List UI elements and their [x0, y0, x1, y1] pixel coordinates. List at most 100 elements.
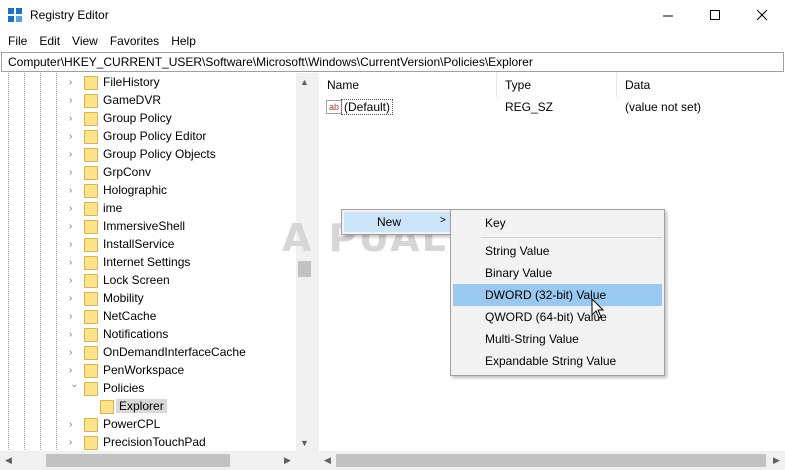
value-name: (Default)	[341, 99, 394, 115]
folder-icon	[84, 238, 98, 252]
folder-icon	[84, 202, 98, 216]
scrollbar-corner	[296, 451, 313, 470]
tree-item[interactable]: › ime	[0, 200, 296, 218]
menu-item-new[interactable]: New >	[344, 212, 450, 232]
tree-item[interactable]: › GrpConv	[0, 164, 296, 182]
minimize-icon	[662, 15, 673, 17]
folder-icon	[84, 436, 98, 450]
chevron-right-icon[interactable]: ›	[69, 240, 79, 250]
title-bar: Registry Editor	[0, 0, 785, 31]
scrollbar-thumb[interactable]	[298, 261, 311, 277]
tree-item[interactable]: › Lock Screen	[0, 272, 296, 290]
folder-icon	[84, 256, 98, 270]
tree-item-explorer-selected[interactable]: Explorer	[0, 398, 296, 416]
chevron-down-icon[interactable]: ›	[69, 384, 80, 394]
chevron-right-icon[interactable]: ›	[69, 114, 79, 124]
scroll-up-icon[interactable]: ▲	[296, 73, 313, 90]
tree-horizontal-scrollbar[interactable]: ◀ ▶	[0, 451, 296, 470]
folder-icon	[84, 418, 98, 432]
chevron-right-icon[interactable]: ›	[69, 276, 79, 286]
address-bar[interactable]: Computer\HKEY_CURRENT_USER\Software\Micr…	[1, 52, 784, 72]
mouse-pointer-icon	[591, 298, 605, 319]
tree-item-policies[interactable]: › Policies	[0, 380, 296, 398]
chevron-right-icon[interactable]: ›	[69, 78, 79, 88]
scrollbar-thumb[interactable]	[336, 454, 766, 467]
scroll-down-icon[interactable]: ▼	[296, 434, 313, 451]
chevron-right-icon[interactable]: ›	[69, 204, 79, 214]
folder-icon	[84, 166, 98, 180]
close-button[interactable]	[739, 0, 785, 31]
chevron-right-icon[interactable]: ›	[69, 168, 79, 178]
column-header-name[interactable]: Name	[319, 73, 497, 97]
string-value-icon: ab	[326, 100, 342, 114]
tree-item[interactable]: › Group Policy Editor	[0, 128, 296, 146]
column-header-type[interactable]: Type	[497, 73, 617, 97]
tree-item[interactable]: › Holographic	[0, 182, 296, 200]
tree-item[interactable]: › Group Policy Objects	[0, 146, 296, 164]
tree-item[interactable]: › Group Policy	[0, 110, 296, 128]
maximize-icon	[709, 10, 720, 20]
menu-favorites[interactable]: Favorites	[104, 34, 165, 48]
chevron-right-icon[interactable]: ›	[69, 150, 79, 160]
menu-item-qword-value[interactable]: QWORD (64-bit) Value	[453, 306, 662, 328]
value-type: REG_SZ	[505, 100, 554, 114]
folder-icon	[84, 292, 98, 306]
chevron-right-icon[interactable]: ›	[69, 348, 79, 358]
chevron-right-icon[interactable]: ›	[69, 330, 79, 340]
folder-icon	[84, 220, 98, 234]
tree-item[interactable]: › InstallService	[0, 236, 296, 254]
menu-edit[interactable]: Edit	[33, 34, 66, 48]
chevron-right-icon[interactable]: ›	[69, 366, 79, 376]
scroll-right-icon[interactable]: ▶	[768, 452, 785, 469]
menu-item-expandable-string-value[interactable]: Expandable String Value	[453, 350, 662, 372]
menu-separator	[481, 237, 662, 238]
registry-tree: › FileHistory › GameDVR › Group Policy › Gro…	[0, 73, 313, 470]
chevron-right-icon[interactable]: ›	[69, 294, 79, 304]
minimize-button[interactable]	[645, 0, 691, 31]
menu-item-multi-string-value[interactable]: Multi-String Value	[453, 328, 662, 350]
registry-editor-icon	[8, 8, 24, 24]
tree-item[interactable]: › ImmersiveShell	[0, 218, 296, 236]
tree-vertical-scrollbar[interactable]: ▲ ▼	[296, 73, 313, 451]
chevron-right-icon[interactable]: ›	[69, 420, 79, 430]
menu-item-dword-value[interactable]: DWORD (32-bit) Value	[453, 284, 662, 306]
tree-item[interactable]: › OnDemandInterfaceCache	[0, 344, 296, 362]
chevron-right-icon[interactable]: ›	[69, 438, 79, 448]
menu-item-string-value[interactable]: String Value	[453, 240, 662, 262]
chevron-right-icon[interactable]: ›	[69, 258, 79, 268]
window-title: Registry Editor	[30, 8, 109, 22]
folder-icon	[84, 346, 98, 360]
folder-icon	[84, 130, 98, 144]
close-icon	[756, 10, 767, 21]
scroll-left-icon[interactable]: ◀	[319, 452, 336, 469]
scrollbar-thumb[interactable]	[46, 454, 230, 467]
scroll-right-icon[interactable]: ▶	[279, 452, 296, 469]
tree-item[interactable]: › PenWorkspace	[0, 362, 296, 380]
menu-view[interactable]: View	[66, 34, 104, 48]
tree-item[interactable]: › Internet Settings	[0, 254, 296, 272]
tree-item[interactable]: › Mobility	[0, 290, 296, 308]
folder-icon	[84, 184, 98, 198]
folder-icon	[84, 112, 98, 126]
menu-item-key[interactable]: Key	[453, 212, 662, 234]
menu-help[interactable]: Help	[165, 34, 202, 48]
tree-item[interactable]: › GameDVR	[0, 92, 296, 110]
column-header-data[interactable]: Data	[617, 73, 785, 97]
tree-item[interactable]: › PowerCPL	[0, 416, 296, 434]
value-row-default[interactable]: ab (Default) REG_SZ (value not set)	[319, 97, 785, 117]
values-horizontal-scrollbar[interactable]: ◀ ▶	[319, 451, 785, 470]
chevron-right-icon[interactable]: ›	[69, 186, 79, 196]
menu-file[interactable]: File	[2, 34, 33, 48]
scroll-left-icon[interactable]: ◀	[0, 452, 17, 469]
tree-item[interactable]: › Notifications	[0, 326, 296, 344]
tree-item[interactable]: › NetCache	[0, 308, 296, 326]
tree-item[interactable]: › FileHistory	[0, 74, 296, 92]
chevron-right-icon[interactable]: ›	[69, 222, 79, 232]
menu-item-binary-value[interactable]: Binary Value	[453, 262, 662, 284]
chevron-right-icon[interactable]: ›	[69, 96, 79, 106]
folder-open-icon	[84, 382, 98, 396]
chevron-right-icon[interactable]: ›	[69, 132, 79, 142]
chevron-right-icon[interactable]: ›	[69, 312, 79, 322]
tree-item[interactable]: › PrecisionTouchPad	[0, 434, 296, 452]
maximize-button[interactable]	[692, 0, 738, 31]
